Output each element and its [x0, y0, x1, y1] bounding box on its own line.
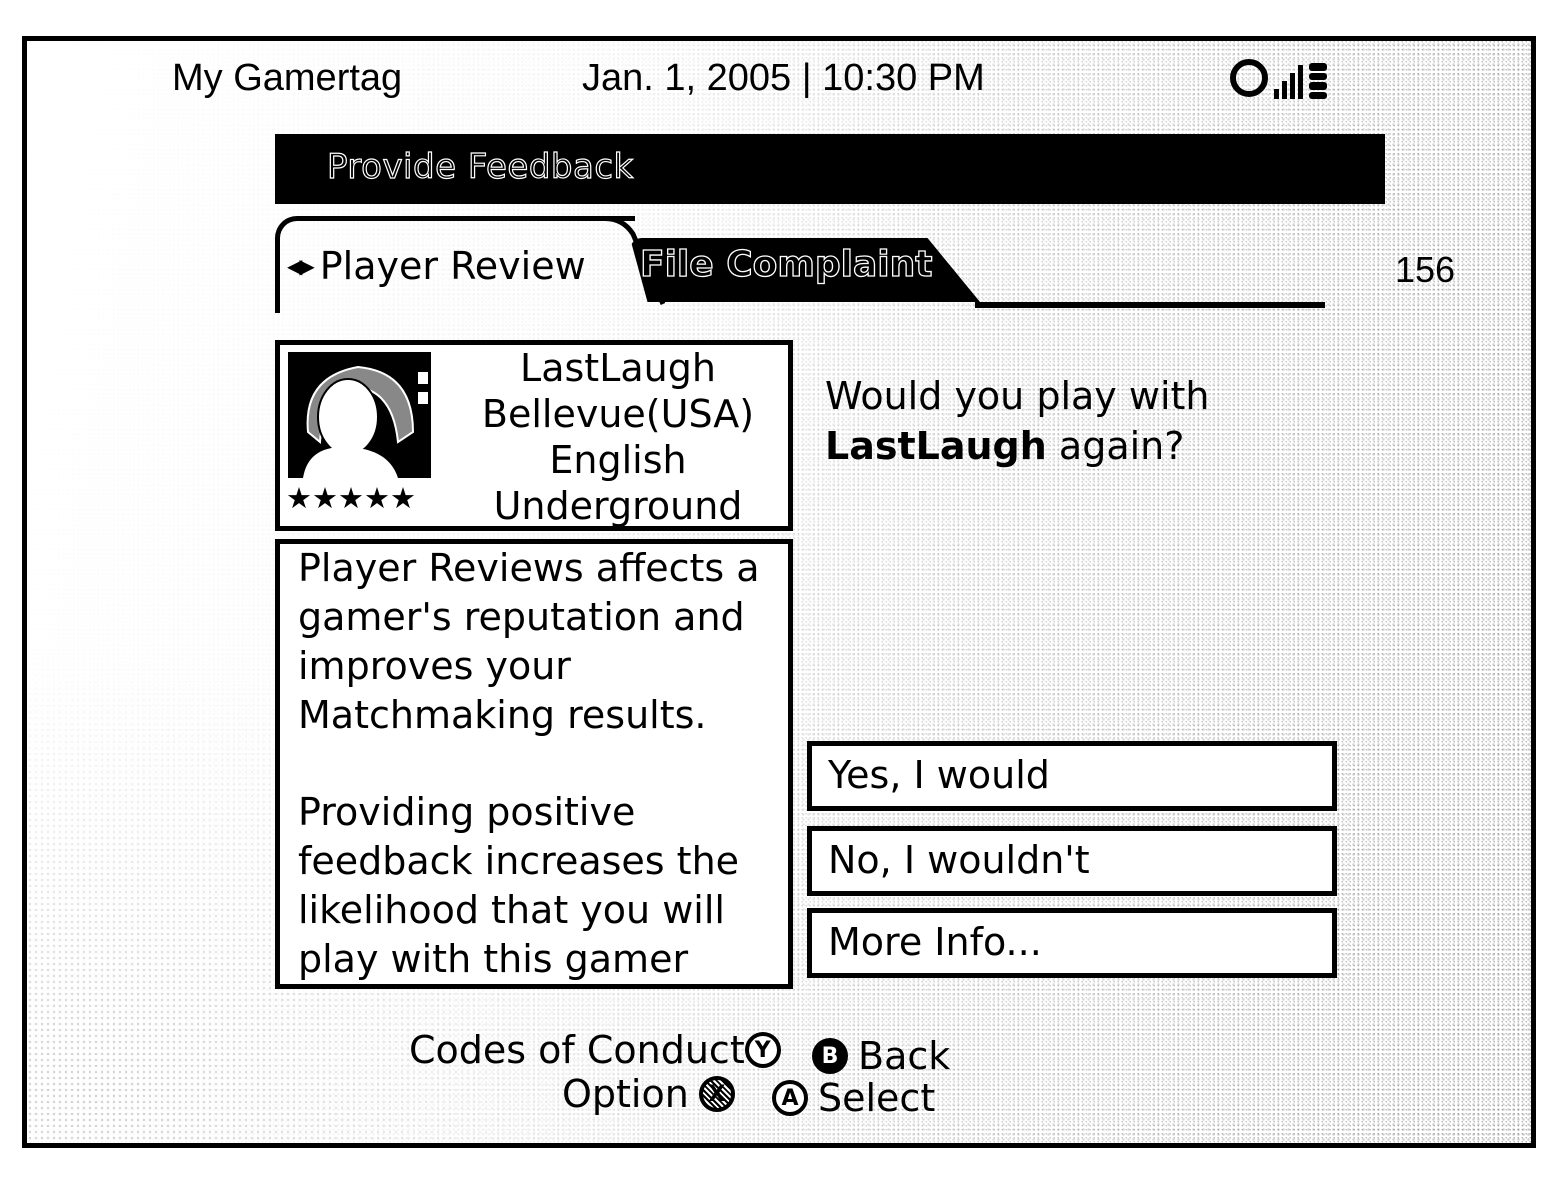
star-icon: ★ — [286, 481, 312, 515]
profile-info: LastLaugh Bellevue(USA) English Undergro… — [448, 345, 788, 529]
tab-file-complaint-label: File Complaint — [639, 243, 933, 285]
rating-stars: ★ ★ ★ ★ ★ — [286, 484, 416, 513]
star-icon: ★ — [338, 481, 364, 515]
hint-select-label: Select — [818, 1076, 936, 1120]
hint-option[interactable]: Option X — [562, 1072, 735, 1116]
y-button-icon: Y — [744, 1032, 781, 1068]
avatar — [288, 352, 431, 478]
controller-ring-icon — [1230, 59, 1268, 97]
avatar-person-icon — [303, 365, 428, 478]
description-paragraph-1: Player Reviews affects a gamer's reputat… — [298, 546, 760, 737]
question-suffix: again? — [1058, 424, 1185, 468]
tab-underline — [975, 302, 1325, 308]
profile-location: Bellevue(USA) — [481, 392, 755, 436]
battery-icon — [1309, 63, 1327, 99]
option-yes-button[interactable]: Yes, I would — [807, 741, 1337, 811]
signal-bars-icon — [1274, 65, 1303, 99]
option-more-info-button[interactable]: More Info... — [807, 908, 1337, 978]
tab-bar: ◀▶ Player Review File Complaint — [275, 216, 1335, 316]
screen-frame: My Gamertag Jan. 1, 2005 | 10:30 PM Prov… — [22, 36, 1536, 1148]
tab-player-review-label: Player Review — [319, 244, 586, 288]
button-hints: Codes of Conduct Y B Back Option X A Sel… — [27, 1026, 1531, 1126]
left-right-arrows-icon: ◀▶ — [287, 254, 315, 278]
tab-player-review-label-wrap: ◀▶ Player Review — [287, 244, 586, 288]
a-button-icon: A — [772, 1080, 808, 1116]
description-paragraph-2: Providing positive feedback increases th… — [298, 790, 740, 981]
status-bar: My Gamertag Jan. 1, 2005 | 10:30 PM — [27, 41, 1531, 121]
profile-zone: Underground — [493, 484, 743, 528]
player-profile-card: ★ ★ ★ ★ ★ LastLaugh Bellevue(USA) Englis… — [275, 340, 793, 531]
star-icon: ★ — [312, 481, 338, 515]
option-no-button[interactable]: No, I wouldn't — [807, 826, 1337, 896]
status-icons — [1230, 57, 1327, 99]
hint-codes-of-conduct[interactable]: Codes of Conduct Y — [409, 1028, 781, 1072]
star-icon: ★ — [390, 481, 416, 515]
hint-back-label: Back — [858, 1034, 951, 1078]
gamertag-label: My Gamertag — [172, 57, 403, 99]
item-count: 156 — [1395, 249, 1456, 290]
review-question: Would you play with LastLaugh again? — [825, 371, 1210, 471]
profile-language: English — [549, 438, 687, 482]
hint-back[interactable]: B Back — [812, 1034, 950, 1078]
page-title: Provide Feedback — [326, 146, 634, 187]
hint-codes-label: Codes of Conduct — [409, 1028, 745, 1072]
x-button-icon: X — [698, 1076, 735, 1112]
hint-option-label: Option — [562, 1072, 689, 1116]
page-title-bar: Provide Feedback — [275, 134, 1385, 204]
b-button-icon: B — [812, 1038, 848, 1074]
question-prefix: Would you play with — [825, 374, 1210, 418]
description-box: Player Reviews affects a gamer's reputat… — [275, 539, 793, 989]
star-icon: ★ — [364, 481, 390, 515]
question-gamertag: LastLaugh — [825, 424, 1047, 468]
date-time: Jan. 1, 2005 | 10:30 PM — [582, 57, 985, 99]
hint-select[interactable]: A Select — [772, 1076, 935, 1120]
profile-gamertag: LastLaugh — [520, 346, 716, 390]
